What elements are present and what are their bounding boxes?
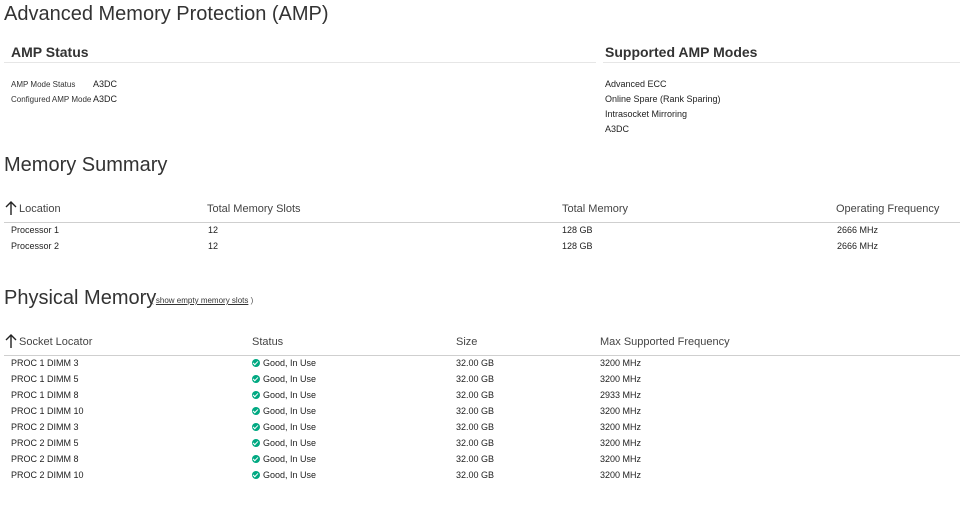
cell-max-supported-frequency: 3200 MHz — [600, 358, 642, 368]
cell-status: Good, In Use — [252, 374, 316, 384]
memory-summary-header: Location Total Memory Slots Total Memory… — [4, 200, 960, 223]
cell-socket-locator: PROC 1 DIMM 5 — [11, 374, 79, 384]
cell-status: Good, In Use — [252, 390, 316, 400]
cell-total-memory: 128 GB — [562, 225, 593, 235]
supported-mode-item: Advanced ECC — [605, 79, 667, 89]
table-row: PROC 1 DIMM 3 Good, In Use 32.00 GB 3200 MH… — [4, 356, 960, 372]
column-header-max-supported-frequency[interactable]: Max Supported Frequency — [600, 336, 730, 348]
configured-amp-mode-label: Configured AMP Mode — [11, 95, 92, 104]
table-row: PROC 2 DIMM 10 Good, In Use 32.00 GB 3200 M… — [4, 468, 960, 484]
cell-status: Good, In Use — [252, 470, 316, 480]
amp-mode-status-value: A3DC — [93, 79, 118, 89]
cell-status: Good, In Use — [252, 406, 316, 416]
check-circle-icon — [252, 359, 260, 367]
check-circle-icon — [252, 407, 260, 415]
cell-status: Good, In Use — [252, 358, 316, 368]
cell-socket-locator: PROC 2 DIMM 3 — [11, 422, 79, 432]
cell-size: 32.00 GB — [456, 454, 495, 464]
cell-total-memory-slots: 12 — [208, 241, 219, 251]
cell-operating-frequency: 2666 MHz — [837, 241, 879, 251]
amp-status-divider — [4, 62, 596, 63]
table-row: PROC 2 DIMM 8 Good, In Use 32.00 GB 3200 MH… — [4, 452, 960, 468]
check-circle-icon — [252, 391, 260, 399]
physical-memory-header: Socket Locator Status Size Max Supported… — [4, 333, 960, 356]
table-row: Processor 1 12 128 GB 2666 MHz — [4, 223, 960, 239]
cell-operating-frequency: 2666 MHz — [837, 225, 879, 235]
cell-max-supported-frequency: 3200 MHz — [600, 422, 642, 432]
cell-total-memory-slots: 12 — [208, 225, 219, 235]
cell-status: Good, In Use — [252, 454, 316, 464]
cell-size: 32.00 GB — [456, 406, 495, 416]
link-paren-open: ( — [151, 296, 154, 305]
show-empty-memory-slots-link[interactable]: show empty memory slots — [156, 296, 248, 305]
cell-socket-locator: PROC 2 DIMM 5 — [11, 438, 79, 448]
check-circle-icon — [252, 455, 260, 463]
cell-size: 32.00 GB — [456, 470, 495, 480]
supported-amp-modes-divider — [603, 62, 960, 63]
link-paren-close: ) — [250, 296, 254, 305]
cell-socket-locator: PROC 2 DIMM 8 — [11, 454, 79, 464]
table-row: PROC 2 DIMM 5 Good, In Use 32.00 GB 3200 MH… — [4, 436, 960, 452]
supported-mode-item: A3DC — [605, 124, 630, 134]
cell-socket-locator: PROC 1 DIMM 3 — [11, 358, 79, 368]
physical-memory-title: Physical Memory — [4, 287, 157, 309]
table-row: PROC 1 DIMM 8 Good, In Use 32.00 GB 2933 MH… — [4, 388, 960, 404]
cell-status: Good, In Use — [252, 438, 316, 448]
status-text: Good, In Use — [263, 358, 317, 368]
memory-summary-title: Memory Summary — [4, 154, 168, 176]
show-empty-slots-wrapper: ( show empty memory slots ) — [151, 296, 253, 305]
check-circle-icon — [252, 439, 260, 447]
page-title: Advanced Memory Protection (AMP) — [4, 3, 329, 25]
column-header-total-memory-slots[interactable]: Total Memory Slots — [207, 203, 301, 215]
status-text: Good, In Use — [263, 422, 317, 432]
cell-socket-locator: PROC 1 DIMM 10 — [11, 406, 84, 416]
cell-socket-locator: PROC 2 DIMM 10 — [11, 470, 84, 480]
arrow-up-icon[interactable] — [5, 200, 17, 216]
arrow-up-icon[interactable] — [5, 333, 17, 349]
column-header-operating-frequency[interactable]: Operating Frequency — [836, 203, 939, 215]
status-text: Good, In Use — [263, 470, 317, 480]
cell-status: Good, In Use — [252, 422, 316, 432]
cell-size: 32.00 GB — [456, 390, 495, 400]
cell-size: 32.00 GB — [456, 374, 495, 384]
cell-location: Processor 2 — [11, 241, 60, 251]
column-header-total-memory[interactable]: Total Memory — [562, 203, 628, 215]
table-row: Processor 2 12 128 GB 2666 MHz — [4, 239, 960, 255]
status-text: Good, In Use — [263, 438, 317, 448]
configured-amp-mode-value: A3DC — [93, 94, 118, 104]
cell-max-supported-frequency: 3200 MHz — [600, 374, 642, 384]
cell-size: 32.00 GB — [456, 438, 495, 448]
table-row: PROC 1 DIMM 5 Good, In Use 32.00 GB 3200 MH… — [4, 372, 960, 388]
supported-mode-item: Intrasocket Mirroring — [605, 109, 688, 119]
cell-size: 32.00 GB — [456, 358, 495, 368]
column-header-socket-locator[interactable]: Socket Locator — [19, 336, 92, 348]
status-text: Good, In Use — [263, 390, 317, 400]
cell-socket-locator: PROC 1 DIMM 8 — [11, 390, 79, 400]
amp-mode-status-label: AMP Mode Status — [11, 80, 76, 89]
cell-max-supported-frequency: 3200 MHz — [600, 454, 642, 464]
cell-max-supported-frequency: 2933 MHz — [600, 390, 642, 400]
status-text: Good, In Use — [263, 406, 317, 416]
table-row: PROC 1 DIMM 10 Good, In Use 32.00 GB 3200 M… — [4, 404, 960, 420]
column-header-status[interactable]: Status — [252, 336, 283, 348]
amp-status-title: AMP Status — [11, 44, 89, 60]
supported-amp-modes-title: Supported AMP Modes — [605, 44, 758, 60]
cell-size: 32.00 GB — [456, 422, 495, 432]
column-header-location[interactable]: Location — [19, 203, 61, 215]
supported-mode-item: Online Spare (Rank Sparing) — [605, 94, 721, 104]
check-circle-icon — [252, 423, 260, 431]
status-text: Good, In Use — [263, 454, 317, 464]
column-header-size[interactable]: Size — [456, 336, 477, 348]
cell-max-supported-frequency: 3200 MHz — [600, 406, 642, 416]
cell-max-supported-frequency: 3200 MHz — [600, 470, 642, 480]
check-circle-icon — [252, 471, 260, 479]
cell-location: Processor 1 — [11, 225, 60, 235]
status-text: Good, In Use — [263, 374, 317, 384]
table-row: PROC 2 DIMM 3 Good, In Use 32.00 GB 3200 MH… — [4, 420, 960, 436]
cell-max-supported-frequency: 3200 MHz — [600, 438, 642, 448]
check-circle-icon — [252, 375, 260, 383]
cell-total-memory: 128 GB — [562, 241, 593, 251]
